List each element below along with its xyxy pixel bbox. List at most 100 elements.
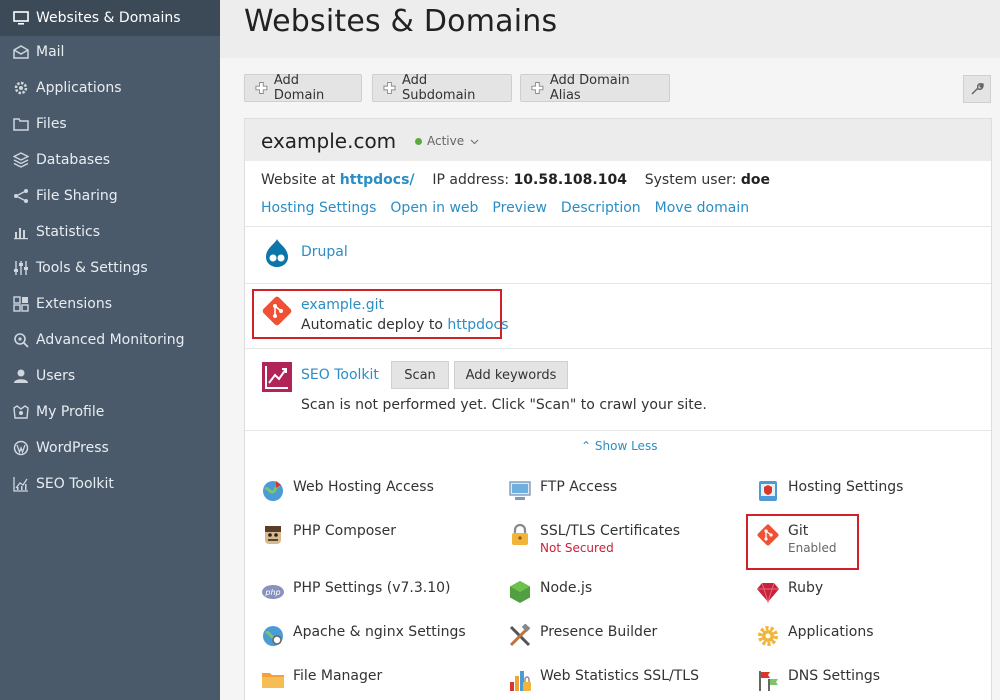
- divider: [245, 430, 991, 431]
- ip-label: IP address:: [432, 172, 510, 188]
- ftp-icon: [509, 481, 531, 500]
- user-icon: [12, 367, 30, 385]
- open-in-web-link[interactable]: Open in web: [390, 200, 478, 216]
- sidebar-item-extensions[interactable]: Extensions: [0, 286, 220, 322]
- sidebar-item-wordpress[interactable]: WordPress: [0, 430, 220, 466]
- domain-card: example.com Active Website at httpdocs/ …: [244, 118, 992, 700]
- sidebar-item-statistics[interactable]: Statistics: [0, 214, 220, 250]
- show-less-label: Show Less: [594, 439, 658, 453]
- tool-file-manager[interactable]: File Manager: [261, 668, 382, 692]
- tool-applications[interactable]: Applications: [756, 624, 874, 648]
- tool-label: PHP Settings (v7.3.10): [293, 580, 451, 596]
- domain-links: Hosting Settings Open in web Preview Descri…: [261, 200, 763, 216]
- tool-git[interactable]: Git Enabled: [756, 523, 837, 555]
- tool-ftp-access[interactable]: FTP Access: [508, 479, 617, 503]
- composer-icon: [265, 526, 281, 544]
- add-domain-alias-button[interactable]: Add Domain Alias: [520, 73, 670, 103]
- git-deploy-line: Automatic deploy to httpdocs: [301, 317, 509, 333]
- git-repo-link[interactable]: example.git: [301, 297, 384, 313]
- sidebar: Websites & Domains Mail Applications Fil…: [0, 0, 220, 700]
- tool-label: Git: [788, 523, 809, 539]
- sidebar-item-label: Tools & Settings: [36, 260, 148, 276]
- sidebar-item-files[interactable]: Files: [0, 106, 220, 142]
- drupal-icon: [266, 239, 288, 267]
- tool-apache-nginx-settings[interactable]: Apache & nginx Settings: [261, 624, 466, 648]
- tool-nodejs[interactable]: Node.js: [508, 580, 592, 604]
- tool-php-composer[interactable]: PHP Composer: [261, 523, 396, 547]
- sidebar-item-label: Databases: [36, 152, 111, 168]
- tool-text: SSL/TLS Certificates Not Secured: [540, 523, 680, 555]
- show-less-link[interactable]: ⌃ Show Less: [581, 439, 657, 453]
- server-settings-icon: [263, 626, 283, 646]
- tool-label: Apache & nginx Settings: [293, 624, 466, 640]
- seo-scan-note: Scan is not performed yet. Click "Scan" …: [301, 397, 707, 413]
- plus-icon: [255, 82, 268, 94]
- add-keywords-button[interactable]: Add keywords: [454, 361, 568, 389]
- wrench-icon: [971, 83, 984, 95]
- docroot-link[interactable]: httpdocs/: [340, 172, 415, 188]
- sidebar-item-label: SEO Toolkit: [36, 476, 114, 492]
- add-subdomain-button[interactable]: Add Subdomain: [372, 73, 512, 103]
- bar-chart-icon: [12, 223, 30, 241]
- status-dot: [415, 137, 422, 145]
- move-domain-link[interactable]: Move domain: [655, 200, 749, 216]
- php-icon: php: [262, 585, 284, 599]
- divider: [245, 226, 991, 227]
- wrench-button[interactable]: [963, 75, 991, 103]
- sidebar-item-websites-domains[interactable]: Websites & Domains: [0, 0, 220, 36]
- sidebar-item-databases[interactable]: Databases: [0, 142, 220, 178]
- scan-button[interactable]: Scan: [391, 361, 449, 389]
- git-deploy-text: Automatic deploy to: [301, 317, 443, 333]
- tool-dns-settings[interactable]: DNS Settings: [756, 668, 880, 692]
- wordpress-icon: [12, 439, 30, 457]
- tool-hosting-settings[interactable]: Hosting Settings: [756, 479, 903, 503]
- sidebar-item-mail[interactable]: Mail: [0, 34, 220, 70]
- tool-web-statistics-ssl[interactable]: Web Statistics SSL/TLS: [508, 668, 699, 692]
- chevron-up-icon: ⌃: [581, 439, 592, 453]
- sidebar-item-my-profile[interactable]: My Profile: [0, 394, 220, 430]
- status-dropdown[interactable]: Active: [415, 134, 479, 148]
- git-deploy-target-link[interactable]: httpdocs: [447, 317, 508, 333]
- sidebar-item-label: Files: [36, 116, 67, 132]
- plus-icon: [383, 81, 396, 95]
- hosting-settings-link[interactable]: Hosting Settings: [261, 200, 376, 216]
- tool-ssl-tls-certificates[interactable]: SSL/TLS Certificates Not Secured: [508, 523, 680, 555]
- hosting-settings-icon: [759, 481, 777, 501]
- sidebar-item-label: Users: [36, 368, 76, 384]
- folder-icon: [262, 673, 284, 688]
- ssl-status-badge: Not Secured: [540, 541, 614, 555]
- sidebar-item-applications[interactable]: Applications: [0, 70, 220, 106]
- drupal-link[interactable]: Drupal: [301, 244, 348, 260]
- ip-value: 10.58.108.104: [513, 172, 627, 188]
- sidebar-item-users[interactable]: Users: [0, 358, 220, 394]
- seo-toolkit-link[interactable]: SEO Toolkit: [301, 367, 379, 383]
- globe-icon: [263, 481, 283, 501]
- seo-chart-icon: [12, 475, 30, 493]
- stats-icon: [510, 671, 531, 691]
- tool-web-hosting-access[interactable]: Web Hosting Access: [261, 479, 434, 503]
- tool-presence-builder[interactable]: Presence Builder: [508, 624, 657, 648]
- sidebar-item-seo-toolkit[interactable]: SEO Toolkit: [0, 466, 220, 502]
- sidebar-item-advanced-monitoring[interactable]: Advanced Monitoring: [0, 322, 220, 358]
- domain-card-header: example.com Active: [245, 119, 991, 161]
- monitoring-icon: [12, 331, 30, 349]
- sidebar-item-label: WordPress: [36, 440, 109, 456]
- tool-ruby[interactable]: Ruby: [756, 580, 823, 604]
- tool-label: DNS Settings: [788, 668, 881, 684]
- svg-text:php: php: [264, 588, 280, 597]
- tool-label: Node.js: [540, 580, 593, 596]
- sidebar-item-label: My Profile: [36, 404, 105, 420]
- extensions-icon: [12, 295, 30, 313]
- tool-label: SSL/TLS Certificates: [540, 523, 680, 539]
- sidebar-item-tools-settings[interactable]: Tools & Settings: [0, 250, 220, 286]
- sidebar-item-file-sharing[interactable]: File Sharing: [0, 178, 220, 214]
- monitor-icon: [12, 9, 30, 27]
- divider: [245, 348, 991, 349]
- description-link[interactable]: Description: [561, 200, 641, 216]
- preview-link[interactable]: Preview: [492, 200, 547, 216]
- add-domain-button[interactable]: Add Domain: [244, 73, 362, 103]
- add-domain-label: Add Domain: [273, 73, 325, 103]
- tool-label: Web Statistics SSL/TLS: [540, 668, 699, 684]
- seo-toolkit-icon: [262, 362, 292, 392]
- tool-php-settings[interactable]: php PHP Settings (v7.3.10): [261, 580, 450, 604]
